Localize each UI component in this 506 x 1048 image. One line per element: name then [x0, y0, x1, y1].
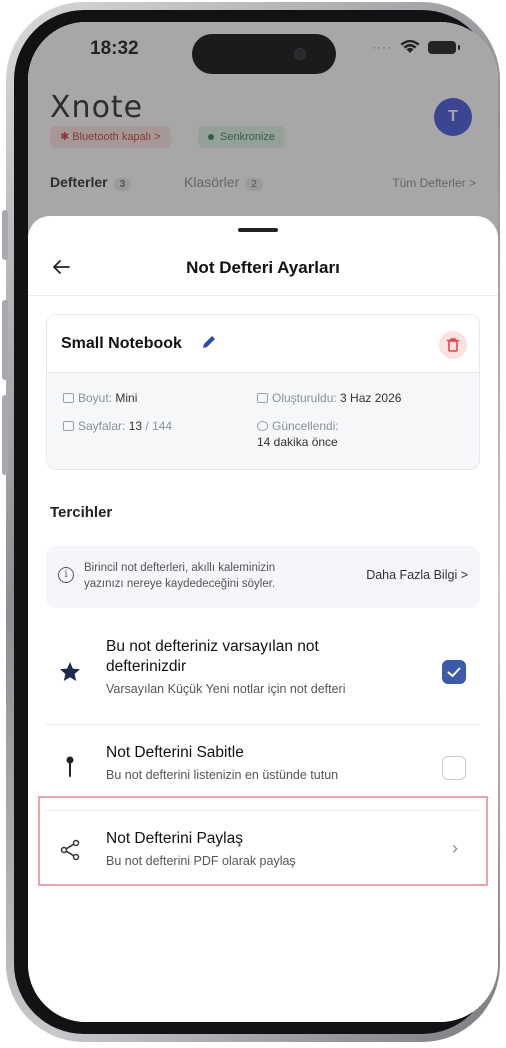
notebook-pages: Sayfalar: 13 / 144 — [63, 419, 172, 433]
default-notebook-option[interactable]: Bu not defteriniz varsayılan not defteri… — [46, 630, 480, 716]
book-icon — [63, 393, 74, 403]
learn-more-link[interactable]: Daha Fazla Bilgi > — [366, 568, 468, 582]
size-value: Mini — [115, 391, 138, 405]
info-banner: i Birincil not defterleri, akıllı kalemi… — [46, 546, 480, 608]
sheet-header: Not Defteri Ayarları — [28, 244, 498, 296]
pages-total: / 144 — [145, 419, 173, 433]
pin-notebook-option[interactable]: Not Defterini Sabitle Bu not defterini l… — [46, 734, 480, 804]
delete-notebook-button[interactable] — [439, 331, 467, 359]
preferences-heading: Tercihler — [50, 504, 113, 521]
pin-option-title: Not Defterini Sabitle — [106, 744, 244, 761]
check-icon — [447, 667, 461, 677]
notebook-info-card: Small Notebook Boyut: Mini Oluşturuldu: … — [46, 314, 480, 470]
divider — [46, 724, 480, 725]
updated-label: Güncellendi: — [272, 419, 339, 433]
default-option-subtitle: Varsayılan Küçük Yeni notlar için not de… — [106, 682, 346, 696]
info-icon: i — [58, 567, 74, 583]
created-value: 3 Haz 2026 — [340, 391, 402, 405]
notebook-size: Boyut: Mini — [63, 391, 137, 405]
volume-up-button — [2, 300, 8, 380]
notebook-card-header: Small Notebook — [47, 315, 479, 373]
info-text: Birincil not defterleri, akıllı kalemini… — [84, 562, 276, 590]
notebook-updated: Güncellendi: — [257, 419, 339, 433]
share-option-highlight — [38, 796, 488, 886]
default-option-title-line2: defterinizdir — [106, 658, 187, 675]
page-icon — [63, 421, 74, 431]
created-label: Oluşturuldu: — [272, 391, 337, 405]
pin-icon — [66, 756, 74, 777]
default-notebook-checkbox[interactable] — [442, 660, 466, 684]
volume-down-button — [2, 395, 8, 475]
pages-label: Sayfalar: — [78, 419, 126, 433]
clock-icon — [257, 421, 268, 431]
notebook-name: Small Notebook — [61, 335, 182, 352]
calendar-icon — [257, 393, 268, 403]
notebook-created: Oluşturuldu: 3 Haz 2026 — [257, 391, 401, 405]
pencil-icon[interactable] — [199, 332, 219, 352]
sheet-title: Not Defteri Ayarları — [186, 258, 340, 277]
trash-icon — [446, 338, 460, 352]
size-label: Boyut: — [78, 391, 113, 405]
mute-switch — [2, 210, 8, 260]
notebook-settings-sheet: Not Defteri Ayarları Small Notebook Boyu… — [28, 216, 498, 1022]
pages-value: 13 — [128, 419, 143, 433]
pin-option-subtitle: Bu not defterini listenizin en üstünde t… — [106, 768, 339, 782]
pin-notebook-checkbox[interactable] — [442, 756, 466, 780]
sheet-drag-handle[interactable] — [238, 228, 278, 232]
star-icon — [60, 662, 80, 681]
notebook-updated-value: 14 dakika önce — [257, 435, 338, 449]
default-option-title-line1: Bu not defteriniz varsayılan not — [106, 638, 319, 655]
